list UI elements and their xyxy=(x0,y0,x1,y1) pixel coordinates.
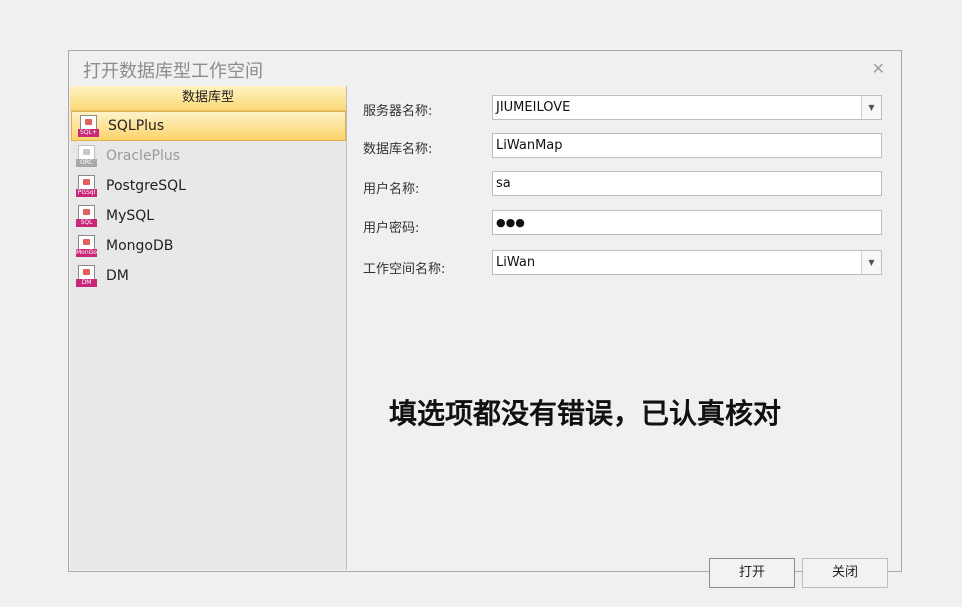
open-button[interactable]: 打开 xyxy=(709,558,795,588)
db-item-oracleplus[interactable]: ORC OraclePlus xyxy=(70,141,346,171)
sqlplus-database-icon: SQL+ xyxy=(78,115,100,137)
password-field[interactable]: ●●● xyxy=(492,210,882,235)
chevron-down-icon[interactable]: ▼ xyxy=(861,96,881,119)
password-label: 用户密码: xyxy=(363,221,420,236)
db-item-label: MySQL xyxy=(106,208,155,224)
server-name-label: 服务器名称: xyxy=(363,104,433,119)
db-item-label: SQLPlus xyxy=(108,118,165,134)
server-name-value: JIUMEILOVE xyxy=(496,100,571,115)
db-item-sqlplus[interactable]: SQL+ SQLPlus xyxy=(71,111,346,141)
db-item-postgresql[interactable]: PGSql PostgreSQL xyxy=(70,171,346,201)
db-item-label: MongoDB xyxy=(106,238,174,254)
database-type-header: 数据库型 xyxy=(70,86,346,111)
annotation-text: 填选项都没有错误，已认真核对 xyxy=(389,397,782,430)
dialog-title: 打开数据库型工作空间 xyxy=(83,61,263,82)
user-name-label: 用户名称: xyxy=(363,182,420,197)
db-item-label: PostgreSQL xyxy=(106,178,186,194)
db-item-mysql[interactable]: SQL MySQL xyxy=(70,201,346,231)
chevron-down-icon[interactable]: ▼ xyxy=(861,251,881,274)
workspace-name-value: LiWan xyxy=(496,255,536,270)
db-item-label: OraclePlus xyxy=(106,148,181,164)
database-name-field[interactable]: LiWanMap xyxy=(492,133,882,158)
oracle-database-icon: ORC xyxy=(76,145,98,167)
mysql-database-icon: SQL xyxy=(76,205,98,227)
server-name-combobox[interactable]: JIUMEILOVE ▼ xyxy=(492,95,882,120)
postgresql-database-icon: PGSql xyxy=(76,175,98,197)
open-database-workspace-dialog: 打开数据库型工作空间 ✕ 数据库型 SQL+ SQLPlus ORC Oracl… xyxy=(68,50,902,588)
db-item-label: DM xyxy=(106,268,129,284)
workspace-name-combobox[interactable]: LiWan ▼ xyxy=(492,250,882,275)
database-name-label: 数据库名称: xyxy=(363,142,433,157)
db-item-mongodb[interactable]: MonGo MongoDB xyxy=(70,231,346,261)
database-type-panel: 数据库型 SQL+ SQLPlus ORC OraclePlus PGSql P… xyxy=(70,86,347,570)
mongodb-database-icon: MonGo xyxy=(76,235,98,257)
close-button[interactable]: 关闭 xyxy=(802,558,888,588)
connection-form: 服务器名称: JIUMEILOVE ▼ 数据库名称: LiWanMap 用户名称… xyxy=(347,86,900,588)
workspace-name-label: 工作空间名称: xyxy=(363,262,446,277)
close-icon[interactable]: ✕ xyxy=(872,59,885,78)
dm-database-icon: DM xyxy=(76,265,98,287)
user-name-field[interactable]: sa xyxy=(492,171,882,196)
db-item-dm[interactable]: DM DM xyxy=(70,261,346,291)
